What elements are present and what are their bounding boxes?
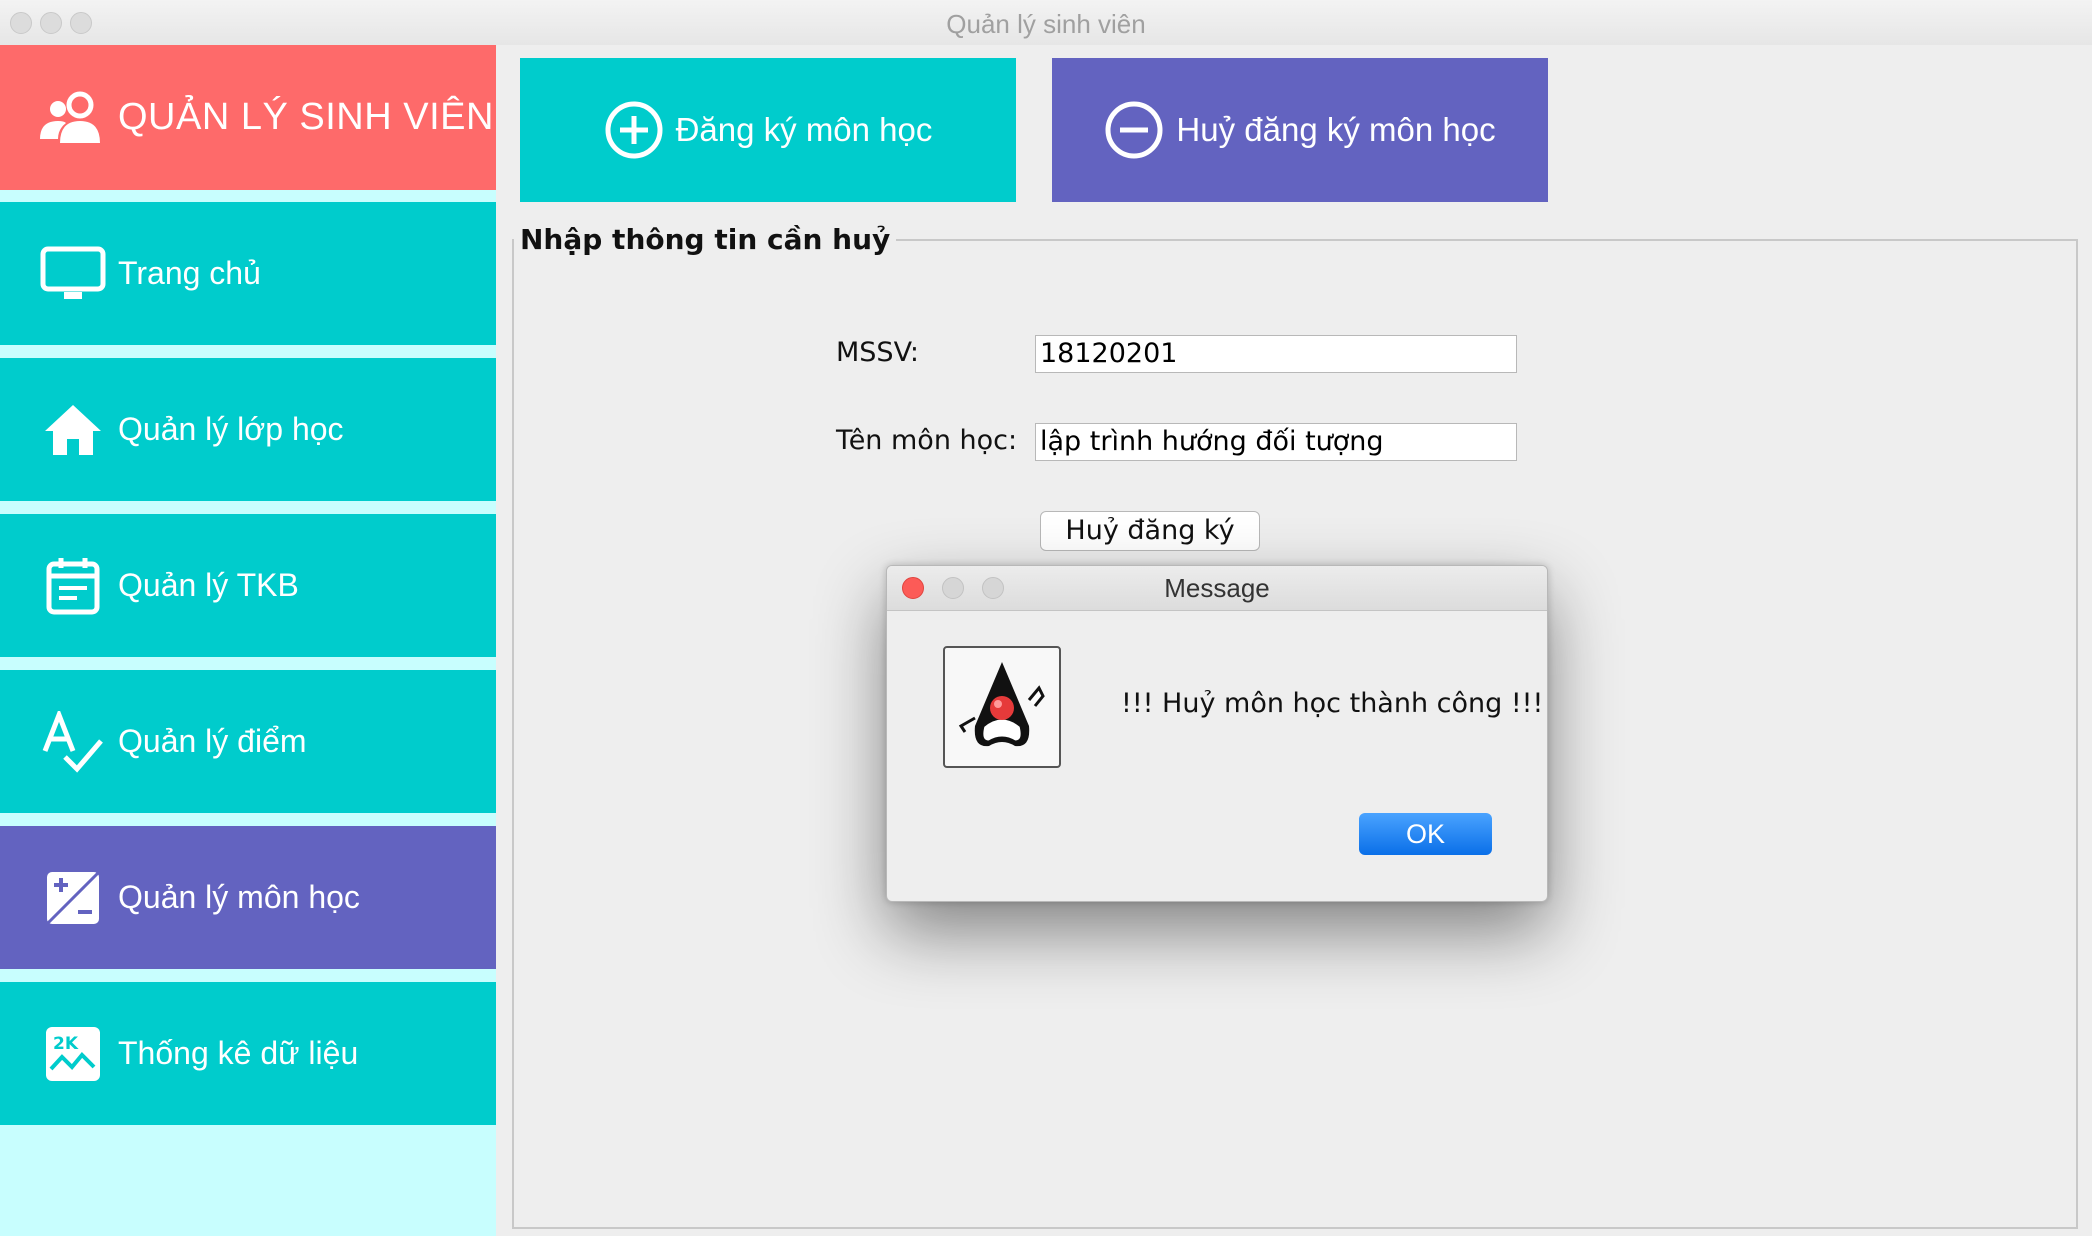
java-duke-icon [943,646,1061,768]
sidebar-item-schedule[interactable]: Quản lý TKB [0,514,496,657]
register-course-label: Đăng ký môn học [675,111,933,148]
cancel-course-button[interactable]: Huỷ đăng ký môn học [1052,58,1548,202]
plus-circle-icon [604,100,664,160]
mssv-input[interactable]: 18120201 [1035,335,1517,373]
plus-minus-icon [38,863,108,933]
home-icon [38,395,108,465]
dialog-message: !!! Huỷ môn học thành công !!! [1121,688,1544,719]
users-icon [38,83,108,153]
calendar-icon [38,551,108,621]
svg-text:2K: 2K [53,1034,79,1054]
sidebar-header: QUẢN LÝ SINH VIÊN [0,45,496,190]
monitor-icon [38,239,108,309]
course-name-input[interactable]: lập trình hướng đối tượng [1035,423,1517,461]
ok-button[interactable]: OK [1359,813,1492,855]
mssv-label: MSSV: [836,337,919,368]
cancel-course-label: Huỷ đăng ký môn học [1176,111,1496,148]
window-titlebar: Quản lý sinh viên [0,0,2092,46]
sidebar-header-label: QUẢN LÝ SINH VIÊN [118,96,494,138]
sidebar-item-courses[interactable]: Quản lý môn học [0,826,496,969]
sidebar-item-label: Quản lý lớp học [118,411,344,447]
dialog-titlebar: Message [887,566,1547,611]
minus-circle-icon [1104,100,1164,160]
message-dialog: Message !!! Huỷ môn học thành công !!! O… [886,565,1548,902]
chart-icon: 2K [38,1019,108,1089]
register-course-button[interactable]: Đăng ký môn học [520,58,1016,202]
sidebar-item-label: Thống kê dữ liệu [118,1035,359,1071]
sidebar-item-label: Quản lý môn học [118,879,360,915]
course-name-label: Tên môn học: [836,425,1018,456]
sidebar-item-grades[interactable]: Quản lý điểm [0,670,496,813]
sidebar-item-classes[interactable]: Quản lý lớp học [0,358,496,501]
sidebar: QUẢN LÝ SINH VIÊN Trang chủ Quản lý lớp … [0,45,496,1236]
app-window: Quản lý sinh viên QUẢN LÝ SINH VIÊN Tran… [0,0,2092,1236]
dialog-title: Message [1164,573,1270,603]
cancel-registration-button[interactable]: Huỷ đăng ký [1040,511,1260,551]
sidebar-item-label: Quản lý TKB [118,567,299,603]
sidebar-item-label: Trang chủ [118,255,261,291]
cancel-form-legend: Nhập thông tin cần huỷ [514,223,897,256]
window-title: Quản lý sinh viên [946,9,1146,39]
sidebar-item-home[interactable]: Trang chủ [0,202,496,345]
sidebar-item-label: Quản lý điểm [118,723,307,759]
spellcheck-icon [38,707,108,777]
sidebar-item-statistics[interactable]: 2K Thống kê dữ liệu [0,982,496,1125]
